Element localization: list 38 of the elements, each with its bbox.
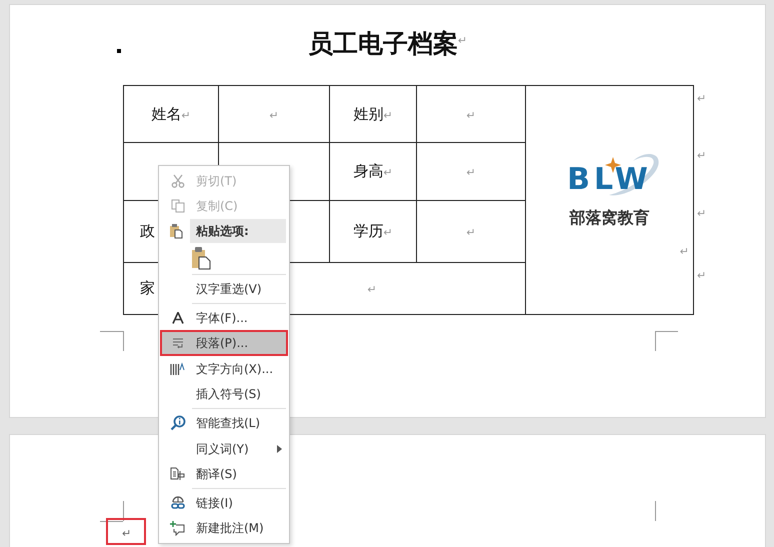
logo-name: 部落窝教育 [570,206,650,228]
paragraph-mark: ↵ [697,269,706,282]
menu-item[interactable]: 段落(P)... [160,330,288,356]
link-icon [170,494,186,511]
menu-item[interactable]: 文字方向(X)... [160,356,288,382]
table-cell: 姓名↵ [124,86,218,142]
table-cell: ↵ [416,86,526,142]
table-cell: 姓别↵ [330,86,416,142]
menu-item[interactable]: 插入符号(S) [160,382,288,408]
letter-icon [172,312,184,324]
table-cell: 身高↵ [330,142,416,200]
cursor-mark: ↵ [106,518,146,545]
paragraph-mark: ↵ [697,207,706,220]
document-title: 员工电子档案 [308,28,458,60]
comment-icon [170,520,186,536]
logo-mark: BLW [563,156,656,202]
translate-icon [170,467,186,482]
menu-item[interactable]: 翻译(S) [160,461,288,487]
dot-mark [117,49,121,53]
table-cell: ↵ [218,86,330,142]
paragraph-mark: ↵ [680,244,689,260]
scissors-icon [171,174,185,188]
menu-section-header: 粘贴选项: [190,219,286,244]
paragraph-mark: ↵ [697,149,706,162]
paragraph-mark: ↵ [458,32,468,48]
table-cell: 学历↵ [330,200,416,262]
copy-icon [171,199,185,214]
menu-item[interactable]: 新建批注(M) [160,516,288,542]
menu-item: 剪切(T) [160,168,288,194]
paragraph-icon [171,336,185,350]
menu-item[interactable]: 智能查找(L) [160,410,288,436]
menu-item[interactable]: 同义词(Y) [160,436,288,462]
paragraph-mark: ↵ [697,92,706,105]
paste-option-button[interactable] [189,245,213,272]
text-direction-icon [170,362,186,376]
search-icon [170,414,186,431]
menu-item[interactable]: 链接(I) [160,490,288,516]
clipboard-icon [169,223,183,240]
